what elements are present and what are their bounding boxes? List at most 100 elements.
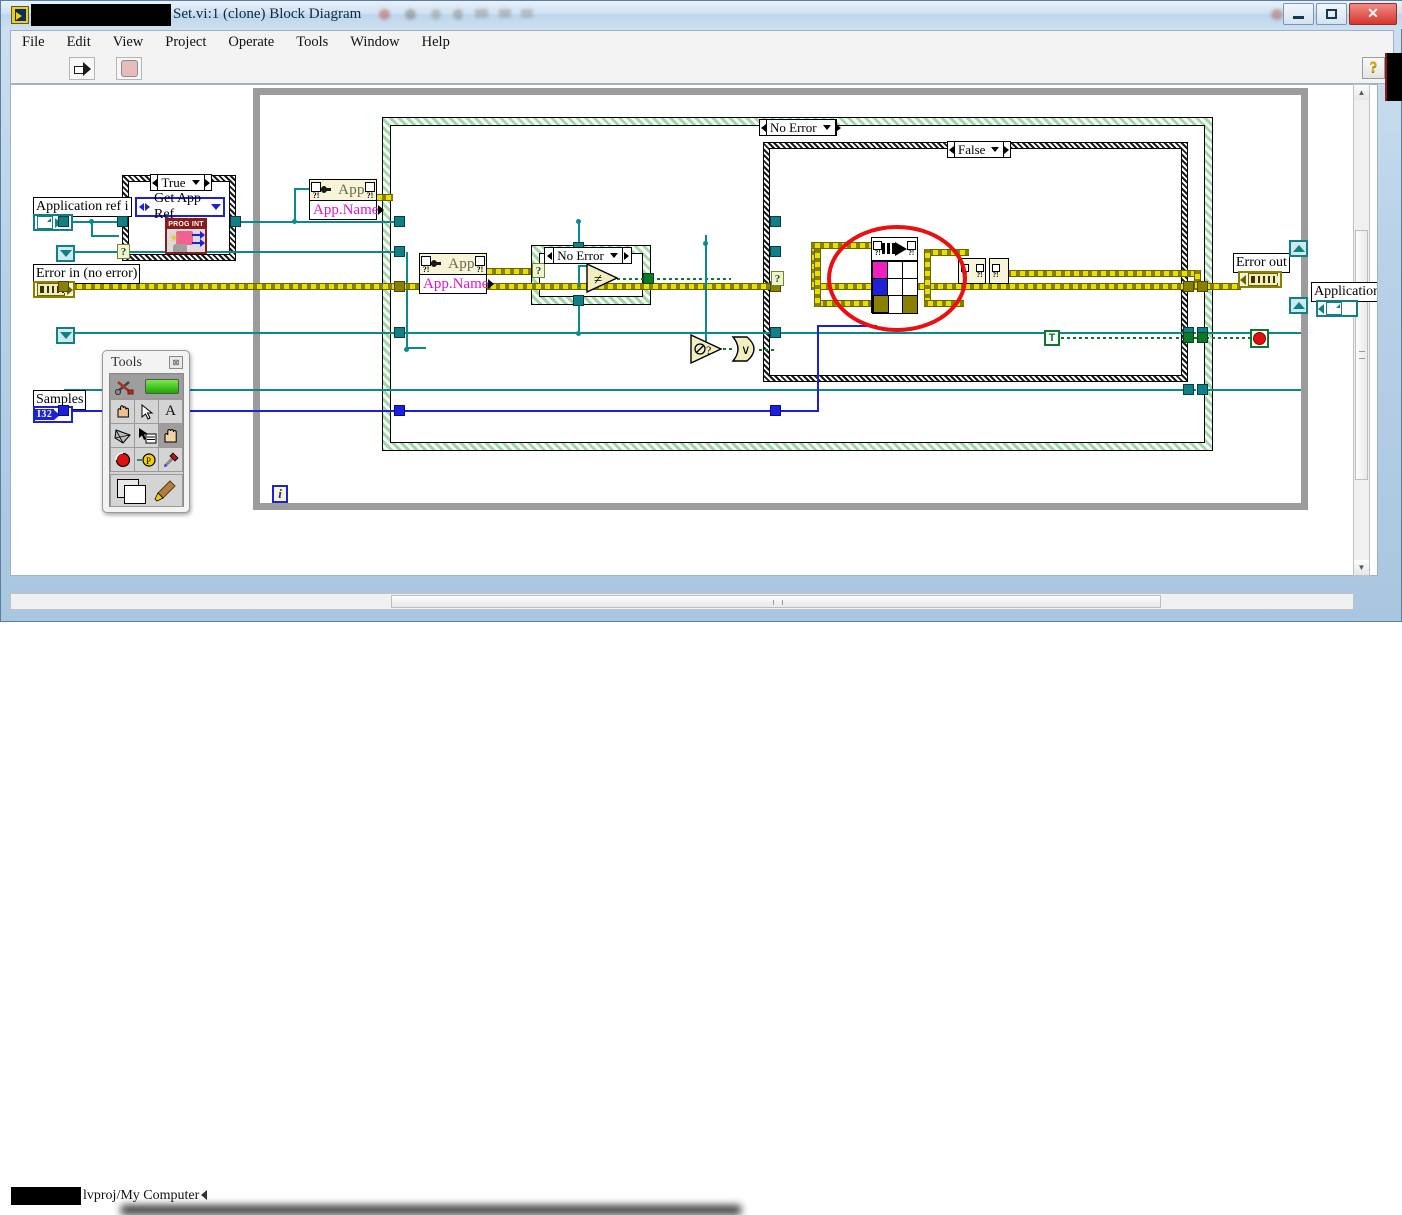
wire-row4-inner[interactable] (776, 332, 1196, 334)
status-collapse-arrow-icon[interactable] (201, 1190, 207, 1200)
bw-tunnel-l5[interactable] (770, 405, 781, 416)
shift-register-right-bottom[interactable] (1289, 297, 1308, 314)
case-next-arrow-icon-true[interactable] (205, 175, 210, 190)
wire-struct-to-prop-h[interactable] (305, 221, 400, 223)
case-next-arrow-icon[interactable] (836, 120, 841, 135)
case-dropdown-icon[interactable] (823, 125, 831, 130)
bw-tunnel-l1[interactable] (770, 216, 781, 227)
or-primitive[interactable]: ∨ (731, 335, 763, 368)
run-button[interactable] (69, 57, 95, 80)
true-constant[interactable]: stop-iconT (1044, 330, 1060, 346)
edit-text-tool[interactable]: A (158, 399, 183, 424)
prop-node-property-name-mid[interactable]: App.Name (421, 276, 488, 293)
menu-item-help[interactable]: Help (411, 32, 461, 53)
menu-item-view[interactable]: View (102, 32, 155, 53)
loop-tunnel-error-in[interactable] (58, 281, 69, 292)
scroll-up-arrow-icon[interactable]: ▲ (1354, 85, 1369, 100)
wire-bool-stop-chain[interactable] (1061, 337, 1173, 339)
case-dropdown-icon-inner[interactable] (610, 253, 618, 258)
stop-button-constant[interactable] (1250, 329, 1269, 348)
probe-data-tool[interactable]: P (134, 447, 159, 472)
shift-register-left-top[interactable] (56, 245, 75, 262)
wire-row6-out[interactable] (1201, 389, 1301, 391)
green-tunnel-l2[interactable] (394, 246, 405, 257)
shift-register-left-bottom[interactable] (56, 327, 75, 344)
operate-value-tool[interactable] (110, 399, 135, 424)
wire-appref-h1[interactable] (73, 221, 121, 223)
case-selector-no-error-outer[interactable]: No Error (759, 119, 837, 136)
wire-samples-into-false[interactable] (776, 410, 818, 412)
case-next-arrow-icon-inner[interactable] (623, 248, 630, 263)
automatic-tool-selection-row[interactable] (110, 374, 183, 399)
wire-appref-h2[interactable] (91, 235, 119, 237)
app-property-node-top[interactable]: ?! App ?! App.Name (309, 179, 385, 220)
case-selector-no-error-inner[interactable]: No Error (544, 247, 632, 264)
get-app-ref-dropdown-icon[interactable] (211, 204, 221, 210)
maximize-button[interactable] (1316, 3, 1347, 25)
wire-prop2-feed-h[interactable] (406, 347, 426, 349)
green-tunnel-l3[interactable] (394, 281, 405, 292)
tunnel-true-left[interactable] (117, 216, 128, 227)
green-tunnel-l1[interactable] (394, 216, 405, 227)
green-tunnel-r3[interactable] (1197, 384, 1208, 395)
scroll-window-tool[interactable] (158, 423, 183, 448)
wire-samples-v[interactable] (817, 325, 819, 412)
connect-wire-tool[interactable] (110, 423, 135, 448)
vertical-scrollbar[interactable]: ▲ ▼ (1353, 84, 1370, 576)
wire-prop2-feed-v[interactable] (406, 252, 408, 349)
background-color-square[interactable] (124, 485, 146, 504)
terminal-error-out[interactable] (1238, 271, 1282, 288)
scroll-down-arrow-icon[interactable]: ▼ (1354, 560, 1369, 575)
wire-error-mini-out[interactable] (989, 270, 1199, 277)
bw-tunnel-r3[interactable] (1183, 384, 1194, 395)
wire-row4-long[interactable] (64, 332, 776, 334)
menu-item-tools[interactable]: Tools (285, 32, 339, 53)
bw-tunnel-selector-question[interactable]: ? (771, 271, 784, 286)
terminal-application-out[interactable] (1316, 300, 1358, 317)
tunnel-true-right[interactable] (230, 216, 241, 227)
case-selector-false[interactable]: False (947, 141, 1011, 158)
loop-iteration-terminal[interactable]: i (272, 485, 288, 503)
tools-palette[interactable]: Tools ⊠ A P (102, 350, 190, 513)
green-tunnel-l4[interactable] (394, 327, 405, 338)
close-button[interactable]: ✕ (1349, 3, 1397, 25)
wire-error-table-out-v[interactable] (814, 249, 821, 307)
wire-bool-to-or[interactable] (651, 278, 731, 280)
green-tunnel-l5[interactable] (394, 405, 405, 416)
case-dropdown-icon-true[interactable] (192, 180, 200, 185)
menu-item-edit[interactable]: Edit (56, 32, 102, 53)
wire-prop-feed-v[interactable] (294, 188, 296, 223)
vertical-scroll-thumb[interactable] (1355, 230, 1368, 480)
inner-tunnel-bottom[interactable] (573, 295, 584, 306)
wire-not-feed-v[interactable] (705, 235, 707, 343)
inner-tunnel-selector-question[interactable]: ? (532, 263, 545, 278)
case-dropdown-icon-false[interactable] (991, 147, 999, 152)
not-primitive[interactable]: ? (690, 334, 724, 364)
bw-tunnel-r4[interactable] (1183, 332, 1194, 343)
case-prev-arrow-icon-inner[interactable] (546, 248, 553, 263)
menu-item-project[interactable]: Project (154, 32, 217, 53)
case-selector-true[interactable]: True (150, 174, 212, 191)
wire-row6-inner[interactable] (776, 389, 1196, 391)
inner-tunnel-right[interactable] (643, 273, 654, 284)
set-clear-breakpoint-tool[interactable] (110, 447, 135, 472)
context-help-button[interactable]: ? (1362, 57, 1385, 79)
minimize-button[interactable] (1283, 3, 1314, 25)
bw-tunnel-l4[interactable] (770, 327, 781, 338)
loop-tunnel-appref[interactable] (58, 216, 69, 227)
bw-tunnel-l2[interactable] (770, 246, 781, 257)
tools-palette-close-button[interactable]: ⊠ (169, 356, 183, 369)
block-diagram-canvas[interactable]: No Error False True No Error ? ? ? Appli… (10, 84, 1378, 576)
object-shortcut-menu-tool[interactable] (134, 423, 159, 448)
get-app-ref-selector[interactable]: Get App Ref (135, 191, 225, 222)
green-tunnel-r4[interactable] (1197, 332, 1208, 343)
polyvi-arrows-icon[interactable] (139, 203, 150, 211)
menu-item-file[interactable]: File (11, 32, 56, 53)
menu-item-operate[interactable]: Operate (217, 32, 285, 53)
get-app-ref-subvi-icon[interactable]: PROG INT ✳ (165, 218, 207, 254)
shift-register-right-top[interactable] (1289, 240, 1308, 257)
wire-struct-tunnel-row2[interactable] (64, 251, 399, 253)
get-set-color-tool[interactable] (158, 447, 183, 472)
wire-error-prop2[interactable] (483, 268, 531, 275)
abort-execution-button[interactable] (116, 57, 142, 80)
